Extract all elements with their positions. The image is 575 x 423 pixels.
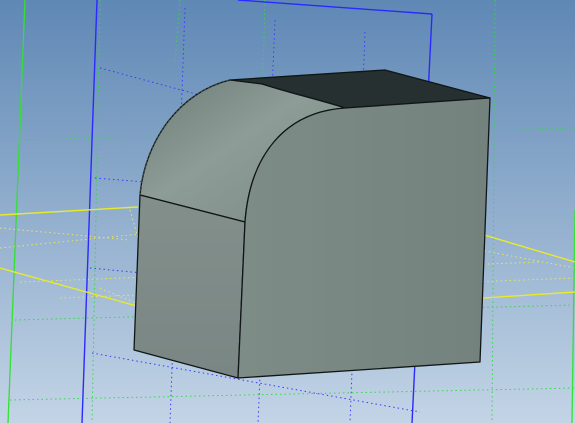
3d-viewport[interactable] bbox=[0, 0, 575, 423]
solid-front-face[interactable] bbox=[133, 194, 246, 379]
solid-body[interactable] bbox=[133, 69, 491, 379]
scene-canvas[interactable] bbox=[0, 0, 575, 423]
solid-side-face[interactable] bbox=[237, 97, 491, 379]
